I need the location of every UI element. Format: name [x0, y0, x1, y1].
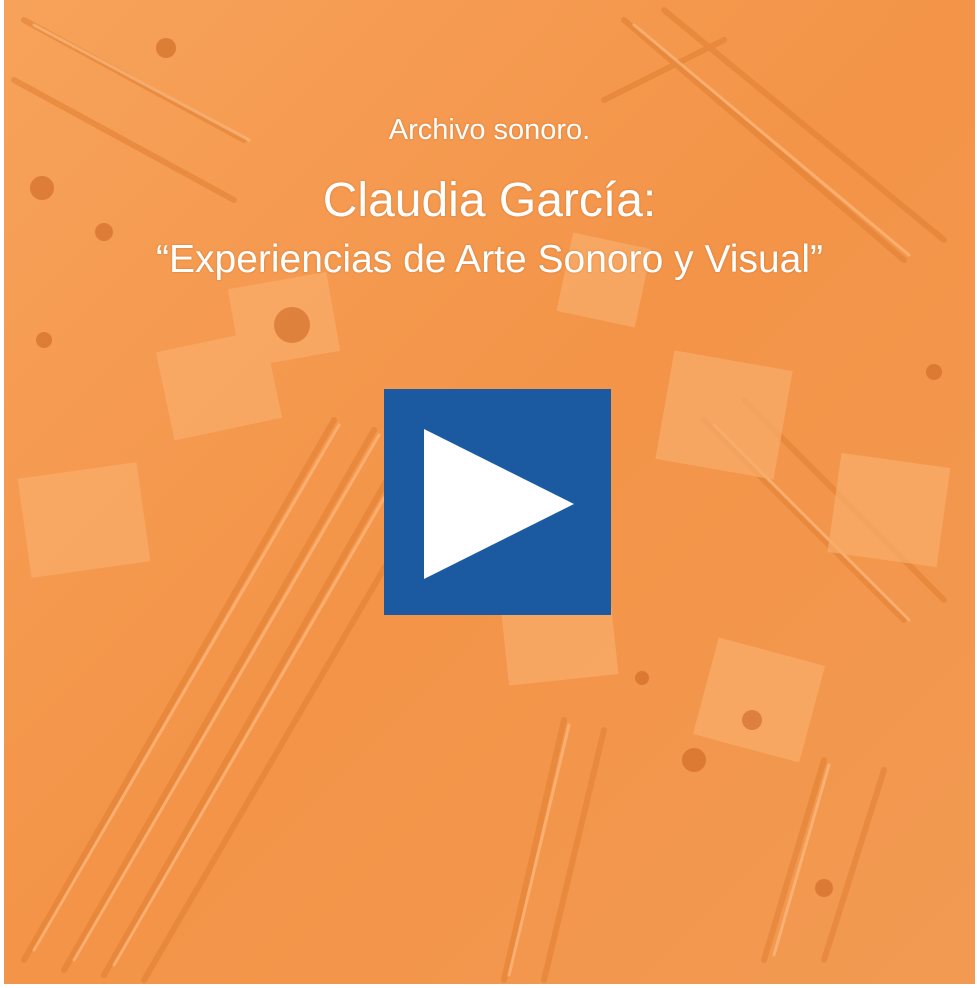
archive-subtitle: Archivo sonoro.	[388, 114, 591, 146]
play-icon	[424, 429, 574, 579]
play-button[interactable]	[384, 389, 611, 615]
work-tagline: “Experiencias de Arte Sonoro y Visual”	[156, 238, 823, 281]
artist-title: Claudia García:	[322, 174, 657, 227]
video-poster[interactable]: Archivo sonoro. Claudia García: “Experie…	[4, 0, 975, 984]
